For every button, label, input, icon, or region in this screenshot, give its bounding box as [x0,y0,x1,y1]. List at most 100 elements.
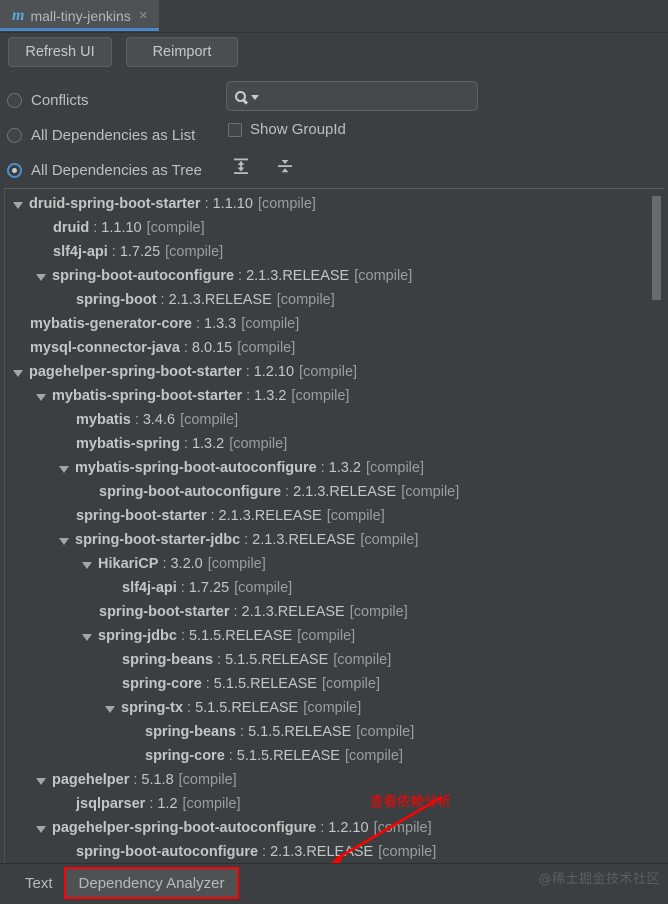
tree-row-separator: : [183,340,188,356]
tree-row[interactable]: spring-boot-starter:2.1.3.RELEASE [compil… [5,600,664,624]
tree-row[interactable]: mybatis:3.4.6 [compile] [5,408,664,432]
tree-row-scope: [compile] [207,556,266,572]
refresh-ui-button[interactable]: Refresh UI [8,37,112,67]
tree-row[interactable]: spring-tx:5.1.5.RELEASE [compile] [5,696,664,720]
radio-indicator-all-dependencies-as-list[interactable] [7,128,22,143]
tree-row-scope: [compile] [257,196,316,212]
tree-row[interactable]: slf4j-api:1.7.25 [compile] [5,240,664,264]
tree-row-artifact: mybatis-spring [76,436,180,452]
radio-option-all-dependencies-as-list[interactable]: All Dependencies as List [7,118,202,153]
tree-row-version: 1.3.2 [191,436,225,452]
tree-row-version: 2.1.3.RELEASE [241,604,345,620]
tree-row-artifact: spring-boot-autoconfigure [52,268,235,284]
radio-option-conflicts[interactable]: Conflicts [7,83,202,118]
tree-row-version: 1.7.25 [188,580,230,596]
tree-row-separator: : [134,412,139,428]
twisty-expanded-icon[interactable] [59,537,69,545]
tree-row-artifact: spring-core [145,748,225,764]
search-field[interactable] [226,81,478,111]
tree-row-version: 2.1.3.RELEASE [252,532,356,548]
tab-text[interactable]: Text [12,869,66,897]
tree-row[interactable]: spring-boot-autoconfigure:2.1.3.RELEASE[… [5,480,664,504]
twisty-expanded-icon[interactable] [82,633,92,641]
tree-row-version: 3.2.0 [170,556,203,572]
twisty-expanded-icon[interactable] [36,777,46,785]
tree-row-version: 5.1.5.RELEASE [195,700,299,716]
tree-row[interactable]: pagehelper-spring-boot-starter:1.2.10 [co… [5,360,664,384]
tree-row[interactable]: spring-boot-autoconfigure:2.1.3.RELEASE[… [5,840,664,864]
dependency-tree-panel[interactable]: druid-spring-boot-starter:1.1.10 [compile… [4,188,664,864]
tree-row[interactable]: mysql-connector-java:8.0.15 [compile] [5,336,664,360]
tree-vertical-scrollbar[interactable] [652,190,663,863]
twisty-expanded-icon[interactable] [36,273,46,281]
tree-row-scope: [compile] [291,388,350,404]
twisty-expanded-icon[interactable] [36,393,46,401]
twisty-expanded-icon[interactable] [105,705,115,713]
tree-row-artifact: spring-beans [145,724,237,740]
tree-row-artifact: druid-spring-boot-starter [29,196,201,212]
tree-row-separator: : [180,580,185,596]
tree-row-scope: [compile] [297,628,356,644]
tree-row-version: 2.1.3.RELEASE [168,292,272,308]
twisty-expanded-icon[interactable] [59,465,69,473]
tree-row-artifact: jsqlparser [76,796,146,812]
tree-row[interactable]: spring-beans:5.1.5.RELEASE [compile] [5,720,664,744]
tree-tool-icons [230,155,296,177]
tree-row-artifact: mybatis [76,412,131,428]
show-groupid-checkbox[interactable] [228,122,242,137]
tree-row-artifact: spring-beans [122,652,214,668]
twisty-expanded-icon[interactable] [82,561,92,569]
show-groupid-checkbox-row[interactable]: Show GroupId [228,121,346,138]
tree-row-separator: : [320,820,325,836]
watermark: @稀土掘金技术社区 [538,872,660,887]
tree-row-separator: : [238,268,243,284]
tree-row[interactable]: spring-core:5.1.5.RELEASE [compile] [5,744,664,768]
tree-row-separator: : [93,220,98,236]
radio-indicator-all-dependencies-as-tree[interactable] [7,163,22,178]
tree-row[interactable]: mybatis-spring-boot-autoconfigure:1.3.2[… [5,456,664,480]
tree-row[interactable]: pagehelper:5.1.8 [compile] [5,768,664,792]
tree-row[interactable]: pagehelper-spring-boot-autoconfigure:1.2… [5,816,664,840]
tree-row[interactable]: HikariCP:3.2.0 [compile] [5,552,664,576]
tree-row[interactable]: druid-spring-boot-starter:1.1.10 [compile… [5,192,664,216]
tree-row-version: 2.1.3.RELEASE [293,484,397,500]
close-icon[interactable]: × [137,8,150,23]
chevron-down-icon[interactable] [251,95,259,100]
tree-row[interactable]: spring-beans:5.1.5.RELEASE [compile] [5,648,664,672]
tree-row-artifact: spring-boot-starter [99,604,230,620]
twisty-expanded-icon[interactable] [13,369,23,377]
radio-indicator-conflicts[interactable] [7,93,22,108]
tree-row[interactable]: mybatis-spring:1.3.2 [compile] [5,432,664,456]
twisty-expanded-icon[interactable] [36,825,46,833]
tab-mall-tiny-jenkins[interactable]: m mall-tiny-jenkins × [0,0,159,31]
expand-all-icon[interactable] [230,155,252,177]
tree-row[interactable]: spring-boot-autoconfigure:2.1.3.RELEASE[… [5,264,664,288]
tree-row[interactable]: spring-boot-starter-jdbc:2.1.3.RELEASE [c… [5,528,664,552]
tree-row[interactable]: mybatis-spring-boot-starter:1.3.2 [compil… [5,384,664,408]
tree-row[interactable]: slf4j-api:1.7.25 [compile] [5,576,664,600]
tree-row-scope: [compile] [321,676,380,692]
tree-row[interactable]: spring-core:5.1.5.RELEASE [compile] [5,672,664,696]
tree-row-artifact: spring-boot [76,292,157,308]
tree-row-separator: : [111,244,116,260]
tree-row[interactable]: spring-boot-starter:2.1.3.RELEASE [compil… [5,504,664,528]
tree-row-scope: [compile] [349,604,408,620]
tree-row[interactable]: druid:1.1.10 [compile] [5,216,664,240]
tree-scrollbar-thumb[interactable] [652,196,661,300]
tree-row[interactable]: mybatis-generator-core:1.3.3 [compile] [5,312,664,336]
reimport-button[interactable]: Reimport [126,37,238,67]
tree-row-version: 2.1.3.RELEASE [218,508,322,524]
tree-row-artifact: spring-tx [121,700,184,716]
tree-row-separator: : [133,772,138,788]
tree-row[interactable]: spring-boot:2.1.3.RELEASE [compile] [5,288,664,312]
tree-row-version: 1.3.2 [328,460,361,476]
tab-dependency-analyzer[interactable]: Dependency Analyzer [63,867,240,899]
search-input[interactable] [261,87,477,105]
tree-row-artifact: pagehelper-spring-boot-starter [29,364,242,380]
collapse-all-icon[interactable] [274,155,296,177]
tree-row[interactable]: jsqlparser:1.2 [compile] [5,792,664,816]
twisty-expanded-icon[interactable] [13,201,23,209]
tree-row[interactable]: spring-jdbc:5.1.5.RELEASE [compile] [5,624,664,648]
tab-title: mall-tiny-jenkins [30,7,131,24]
radio-option-all-dependencies-as-tree[interactable]: All Dependencies as Tree [7,153,202,188]
